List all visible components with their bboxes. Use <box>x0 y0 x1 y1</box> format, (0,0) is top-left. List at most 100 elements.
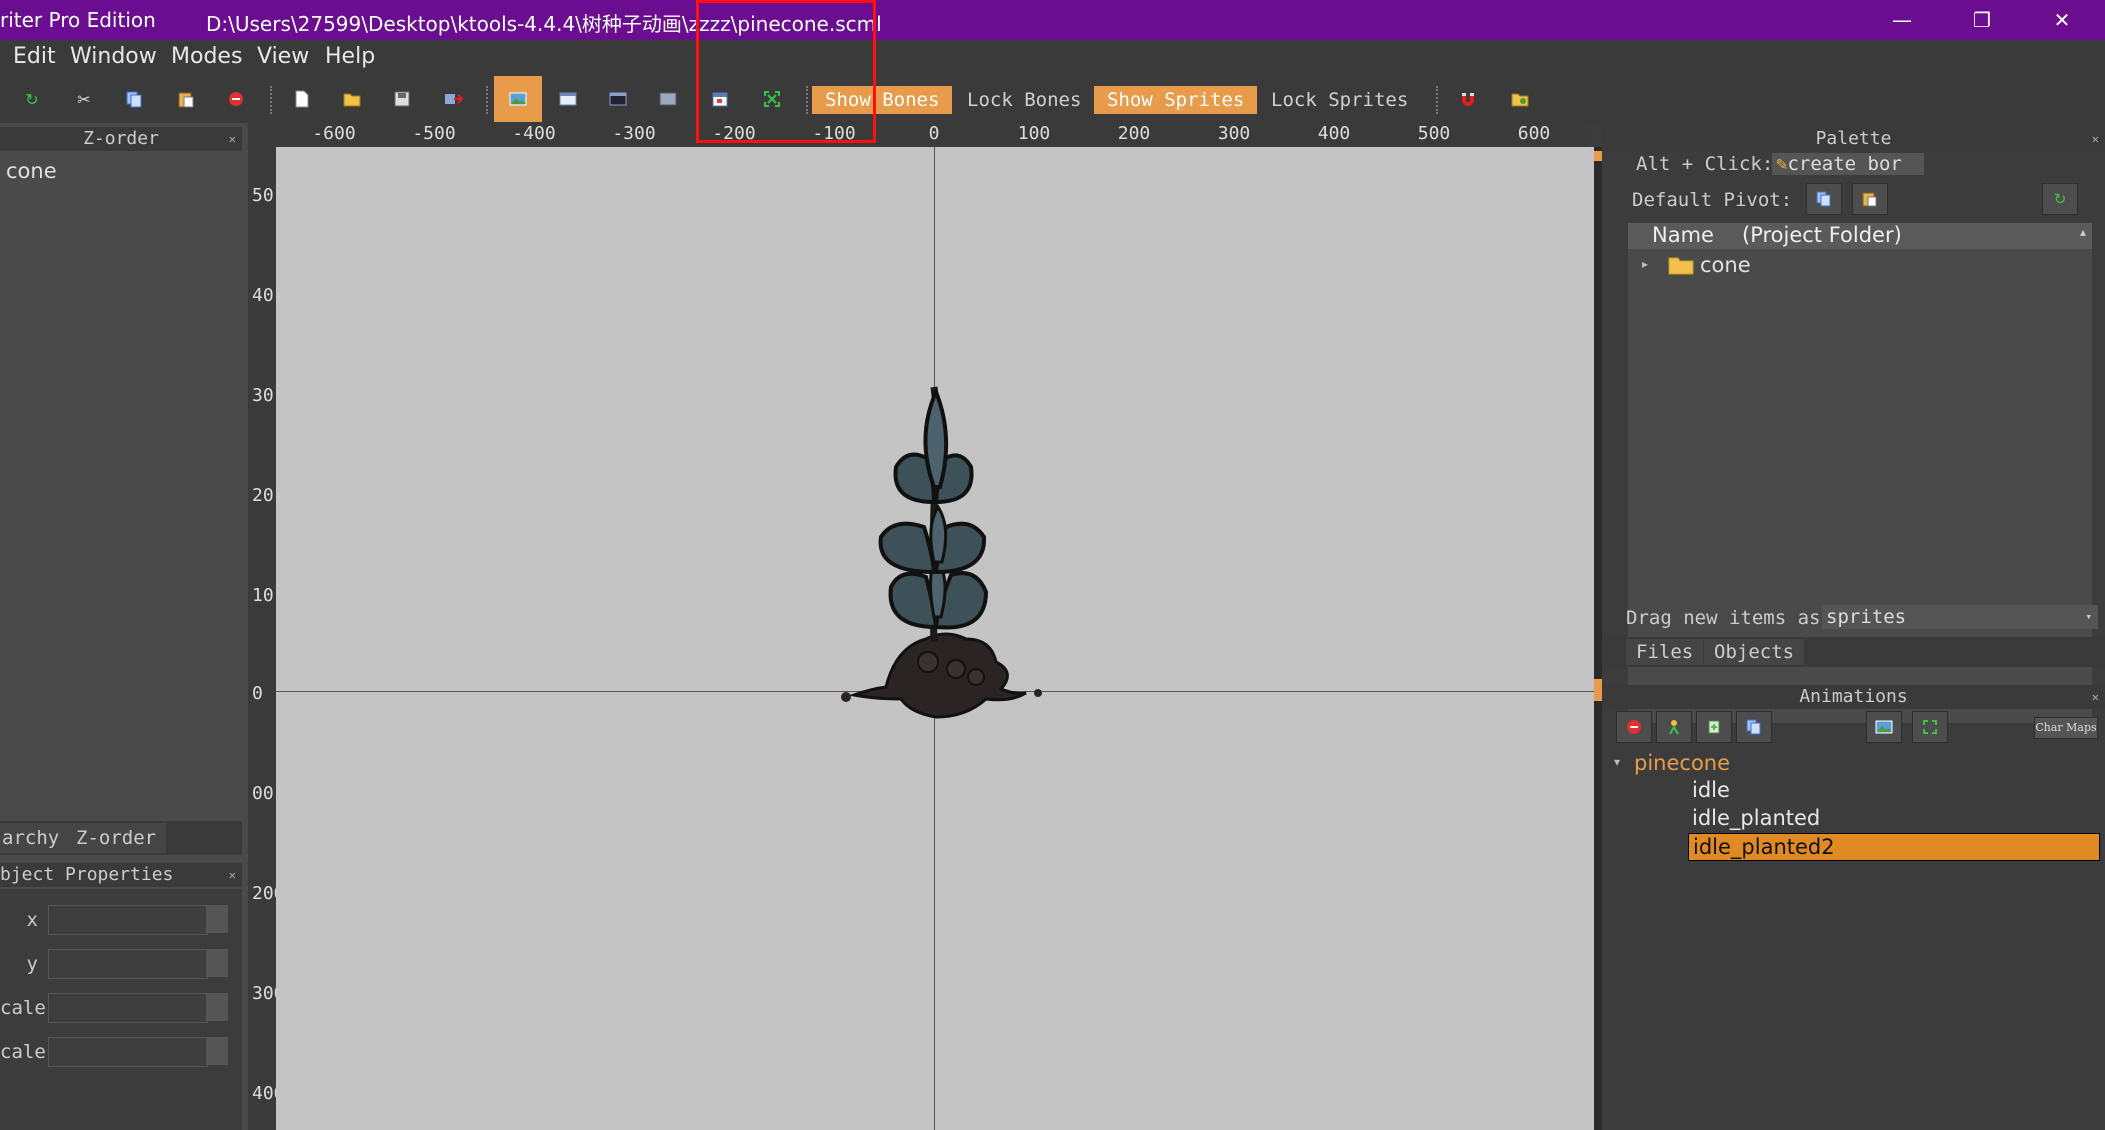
toolbar-separator <box>486 86 492 114</box>
ruler-label: 200 <box>1117 123 1151 144</box>
animation-item-selected[interactable]: idle_planted2 <box>1688 833 2100 861</box>
redo-icon[interactable]: ↻ <box>20 87 44 111</box>
frame-icon[interactable] <box>656 87 680 111</box>
new-animation-icon[interactable] <box>1656 711 1692 743</box>
ruler-label: 0 <box>928 123 940 144</box>
close-icon[interactable]: ✕ <box>229 127 236 151</box>
ruler-label: 30 <box>252 385 274 406</box>
menu-view[interactable]: View <box>257 44 309 69</box>
lock-bones-button[interactable]: Lock Bones <box>954 86 1094 114</box>
scene-canvas[interactable] <box>276 147 1594 1130</box>
right-dock: Palette ✕ Alt + Click: ✎create bor Defau… <box>1602 123 2105 1130</box>
minimize-button[interactable]: — <box>1872 0 1932 40</box>
default-pivot-label: Default Pivot: <box>1632 189 1793 211</box>
ruler-label: 300 <box>1217 123 1251 144</box>
scroll-marker <box>1594 679 1602 701</box>
palette-panel-title: Palette ✕ <box>1602 127 2105 151</box>
window-icon[interactable] <box>556 87 580 111</box>
menu-window[interactable]: Window <box>70 44 157 69</box>
ruler-label: 10 <box>252 585 274 606</box>
fit-animation-icon[interactable] <box>1912 711 1948 743</box>
magnet-icon[interactable] <box>1456 87 1480 111</box>
canvas-vertical-scrollbar[interactable] <box>1594 147 1602 1130</box>
column-folder[interactable]: (Project Folder) <box>1742 223 1902 247</box>
close-icon[interactable]: ✕ <box>2092 685 2099 709</box>
collapse-arrow-icon[interactable]: ▾ <box>1614 755 1620 769</box>
toolbar: ↻ ✂ Show Bones Lock Bones Show Sprites L… <box>0 76 2105 123</box>
lock-sprites-button[interactable]: Lock Sprites <box>1258 86 1421 114</box>
animation-list: ▾ pinecone idle idle_planted idle_plante… <box>1606 749 2105 1130</box>
column-name[interactable]: Name <box>1652 223 1714 247</box>
menu-edit[interactable]: Edit <box>13 44 56 69</box>
copy-pivot-icon[interactable] <box>1806 183 1842 215</box>
ruler-label: 0 <box>252 683 263 704</box>
menu-help[interactable]: Help <box>325 44 375 69</box>
animations-title: Animations <box>1799 686 1908 707</box>
pinecone-sprite[interactable] <box>816 377 1056 727</box>
folder-star-icon[interactable] <box>1508 87 1532 111</box>
ruler-label: 40 <box>252 285 274 306</box>
prop-scale-x-label: cale <box>0 997 46 1019</box>
prop-scale-x-field[interactable] <box>48 993 208 1023</box>
entity-pinecone[interactable]: pinecone <box>1634 751 1730 775</box>
new-file-icon[interactable] <box>290 87 314 111</box>
image-mode-icon[interactable] <box>494 76 542 122</box>
close-icon[interactable]: ✕ <box>2092 127 2099 151</box>
toolbar-separator <box>1436 86 1442 114</box>
dark-window-icon[interactable] <box>606 87 630 111</box>
alt-click-value: create bor <box>1787 153 1902 175</box>
delete-icon[interactable] <box>224 87 248 111</box>
palette-tabbar: Files Objects <box>1602 637 2105 667</box>
title-bar: riter Pro Edition D:\Users\27599\Desktop… <box>0 0 2105 40</box>
zorder-title: Z-order <box>83 128 159 149</box>
prop-scale-y-label: cale <box>0 1041 46 1063</box>
prop-scale-y-spin[interactable] <box>206 1037 228 1065</box>
tab-zorder[interactable]: Z-order <box>66 823 167 853</box>
delete-animation-icon[interactable] <box>1616 711 1652 743</box>
tab-hierarchy[interactable]: archy <box>0 823 70 853</box>
tab-files[interactable]: Files <box>1626 639 1704 665</box>
image-animation-icon[interactable] <box>1866 711 1902 743</box>
menu-modes[interactable]: Modes <box>171 44 242 69</box>
animations-panel-title: Animations ✕ <box>1602 685 2105 709</box>
duplicate-animation-icon[interactable] <box>1736 711 1772 743</box>
char-maps-button[interactable]: Char Maps <box>2034 717 2098 739</box>
save-icon[interactable] <box>390 87 414 111</box>
left-tabbar: archy Z-order <box>0 821 242 855</box>
prop-x-field[interactable] <box>48 905 208 935</box>
show-sprites-button[interactable]: Show Sprites <box>1094 86 1258 114</box>
prop-x-spin[interactable] <box>206 905 228 933</box>
expand-arrow-icon[interactable]: ▸ <box>1642 257 1648 271</box>
ruler-label: 50 <box>252 185 274 206</box>
paste-icon[interactable] <box>174 87 198 111</box>
tab-objects[interactable]: Objects <box>1704 639 1805 665</box>
paste-pivot-icon[interactable] <box>1852 183 1888 215</box>
drag-mode-dropdown[interactable]: sprites ▾ <box>1822 605 2098 629</box>
zorder-item[interactable]: cone <box>6 159 57 183</box>
alt-click-dropdown[interactable]: ✎create bor <box>1772 153 1924 175</box>
refresh-icon[interactable]: ↻ <box>2042 183 2078 215</box>
ruler-label: 300 <box>252 983 276 1004</box>
close-icon[interactable]: ✕ <box>229 863 236 887</box>
tree-item-cone[interactable]: cone <box>1700 253 1751 277</box>
animation-item[interactable]: idle <box>1688 777 2098 804</box>
open-folder-icon[interactable] <box>340 87 364 111</box>
object-properties-title: bject Properties ✕ <box>0 863 242 887</box>
drag-mode-value: sprites <box>1826 606 1907 628</box>
pencil-icon: ✎ <box>1776 153 1788 175</box>
folder-icon <box>1668 255 1694 279</box>
cut-icon[interactable]: ✂ <box>72 87 96 111</box>
ruler-label: 20 <box>252 485 274 506</box>
prop-scale-x-spin[interactable] <box>206 993 228 1021</box>
maximize-button[interactable]: ❐ <box>1952 0 2012 40</box>
close-button[interactable]: ✕ <box>2032 0 2092 40</box>
prop-y-spin[interactable] <box>206 949 228 977</box>
export-icon[interactable] <box>442 87 466 111</box>
animation-item[interactable]: idle_planted <box>1688 805 2098 832</box>
copy-icon[interactable] <box>122 87 146 111</box>
prop-y-field[interactable] <box>48 949 208 979</box>
ruler-label: 400 <box>252 1083 276 1104</box>
add-animation-icon[interactable] <box>1696 711 1732 743</box>
sort-arrow-icon[interactable]: ▴ <box>2080 225 2086 239</box>
prop-scale-y-field[interactable] <box>48 1037 208 1067</box>
